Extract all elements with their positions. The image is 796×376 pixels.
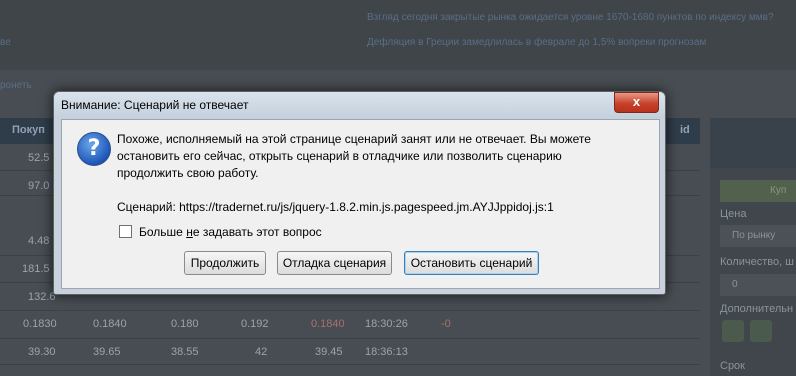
price-label: Цена xyxy=(720,208,747,220)
table-cell: 52.5 xyxy=(28,152,50,164)
quantity-label: Количество, ш xyxy=(720,256,795,268)
dialog-message: Похоже, исполняемый на этой странице сце… xyxy=(117,132,591,180)
table-cell: 39.45 xyxy=(315,346,343,358)
dont-ask-again-checkbox[interactable]: Больше не задавать этот вопрос xyxy=(119,225,322,239)
row-divider xyxy=(0,310,700,311)
table-cell: 39.30 xyxy=(28,346,56,358)
column-header-id[interactable]: id xyxy=(680,124,690,136)
table-cell: 39.65 xyxy=(93,346,121,358)
debug-script-button[interactable]: Отладка сценария xyxy=(277,251,392,275)
dialog-title: Внимание: Сценарий не отвечает xyxy=(61,98,249,112)
table-cell: -0 xyxy=(441,318,451,330)
left-fragment-2: ронеть xyxy=(0,80,32,91)
close-icon: x xyxy=(632,94,641,109)
page-header-area xyxy=(0,0,796,70)
additional-label: Дополнительн xyxy=(720,303,794,315)
news-link-2[interactable]: Дефляция в Греции замедлилась в феврале … xyxy=(367,37,706,48)
checkbox-label-post: е задавать этот вопрос xyxy=(192,225,322,239)
row-divider xyxy=(0,364,700,365)
checkbox-box[interactable] xyxy=(119,225,132,238)
clock-icon[interactable] xyxy=(722,320,744,342)
table-cell: 132.6 xyxy=(28,291,56,303)
script-warning-dialog: Внимание: Сценарий не отвечает x ? Похож… xyxy=(53,91,666,295)
table-cell: 4.48 xyxy=(28,235,50,247)
left-fragment-1: ве xyxy=(0,37,11,48)
order-panel-header xyxy=(710,118,796,168)
price-select[interactable]: По рынку xyxy=(720,225,796,247)
stop-script-button[interactable]: Остановить сценарий xyxy=(404,251,539,275)
continue-button[interactable]: Продолжить xyxy=(184,251,266,275)
table-cell: 38.55 xyxy=(171,346,199,358)
table-cell: 18:30:26 xyxy=(365,318,408,330)
dialog-titlebar[interactable]: Внимание: Сценарий не отвечает x xyxy=(54,92,665,118)
table-cell: 18:36:13 xyxy=(365,346,408,358)
table-cell: 0.180 xyxy=(171,318,199,330)
checkbox-label-accesskey: н xyxy=(186,225,193,239)
script-url: Сценарий: https://tradernet.ru/js/jquery… xyxy=(117,200,554,214)
table-cell: 181.5 xyxy=(22,263,50,275)
option-icon[interactable] xyxy=(750,320,772,342)
table-cell: 97.0 xyxy=(28,180,50,192)
row-divider xyxy=(0,338,700,339)
table-cell: 0.1830 xyxy=(23,318,57,330)
table-cell: 0.192 xyxy=(241,318,269,330)
term-label: Срок xyxy=(720,360,745,372)
table-cell: 0.1840 xyxy=(311,318,345,330)
buy-button[interactable]: Куп xyxy=(720,180,796,202)
column-header-buy[interactable]: Покуп xyxy=(12,124,45,136)
checkbox-label-pre: Больше xyxy=(139,225,187,239)
close-button[interactable]: x xyxy=(614,92,659,113)
table-cell: 0.1840 xyxy=(93,318,127,330)
news-link-1[interactable]: Взгляд сегодня закрытые рынка ожидается … xyxy=(367,12,774,23)
quantity-input[interactable]: 0 xyxy=(720,274,796,296)
dialog-body: ? Похоже, исполняемый на этой странице с… xyxy=(61,119,660,289)
question-icon: ? xyxy=(77,132,111,166)
table-cell: 42 xyxy=(255,346,268,358)
